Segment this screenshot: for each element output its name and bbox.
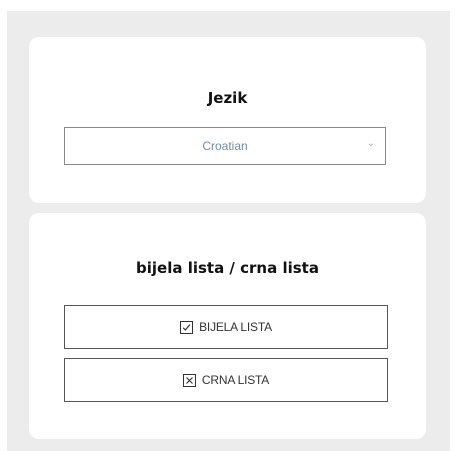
list-card: bijela lista / crna lista BIJELA LISTA C… <box>29 213 426 439</box>
settings-panel: Jezik Croatian ⌄ bijela lista / crna lis… <box>7 11 450 451</box>
checkbox-checked-icon <box>180 320 194 334</box>
whitelist-button[interactable]: BIJELA LISTA <box>64 305 388 349</box>
language-card: Jezik Croatian ⌄ <box>29 37 426 203</box>
language-select[interactable]: Croatian ⌄ <box>64 127 386 165</box>
checkbox-x-icon <box>182 373 196 387</box>
list-title: bijela lista / crna lista <box>136 259 319 277</box>
whitelist-label: BIJELA LISTA <box>199 320 272 334</box>
blacklist-label: CRNA LISTA <box>201 373 270 387</box>
chevron-down-icon: ⌄ <box>366 138 375 149</box>
blacklist-button[interactable]: CRNA LISTA <box>64 358 388 402</box>
language-title: Jezik <box>207 89 248 107</box>
language-select-value: Croatian <box>202 139 248 153</box>
